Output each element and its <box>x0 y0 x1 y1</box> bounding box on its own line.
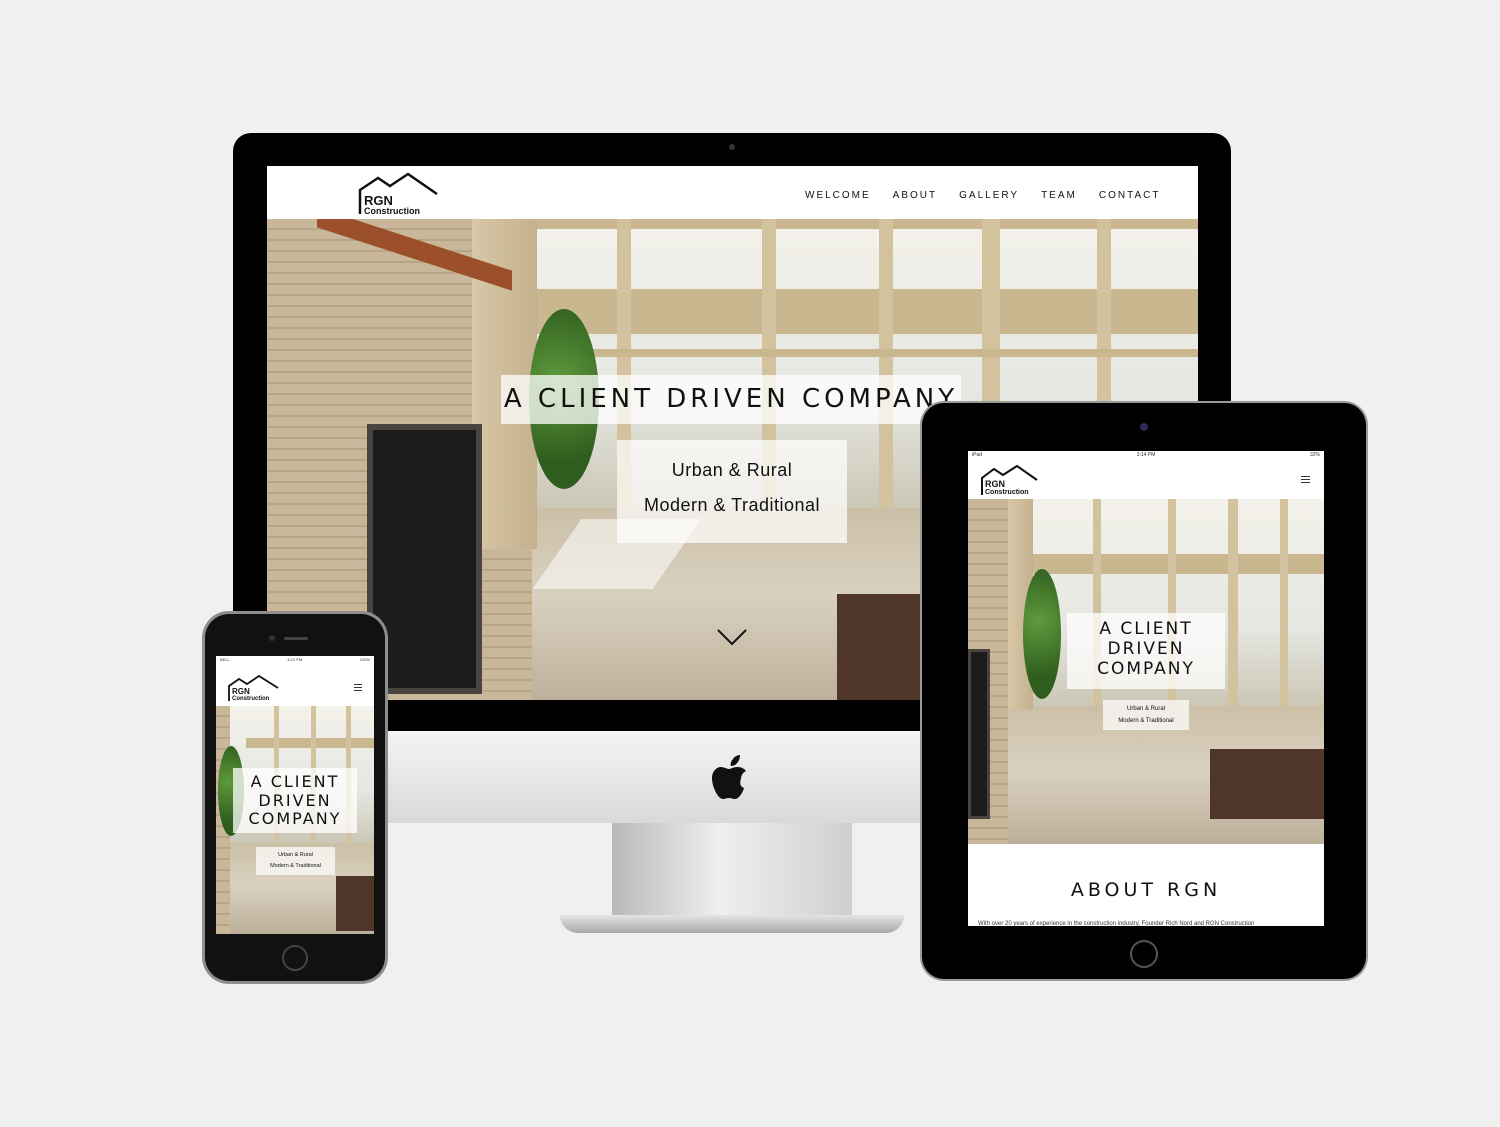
ipad-site-header: RGN Construction <box>968 460 1324 499</box>
iphone-speaker <box>284 637 308 640</box>
imac-camera <box>729 144 735 150</box>
hamburger-menu-icon[interactable] <box>1301 476 1310 485</box>
iphone-time: 4:21 PM <box>287 657 303 662</box>
iphone-camera <box>269 635 275 641</box>
nav-gallery[interactable]: GALLERY <box>959 190 1019 201</box>
iphone-hero-title-line-3: COMPANY <box>248 809 342 828</box>
ipad-hero-subtitle-box: Urban & Rural Modern & Traditional <box>1103 700 1189 730</box>
ipad-hero-title-line-2: DRIVEN <box>1107 639 1185 659</box>
hero-subtitle-1: Urban & Rural <box>671 460 793 480</box>
iphone-site-logo[interactable]: RGN Construction <box>227 674 279 702</box>
iphone-battery: 100% <box>359 657 370 662</box>
chevron-down-icon[interactable] <box>716 628 748 646</box>
about-text: With over 20 years of experience in the … <box>978 921 1255 926</box>
nav-about[interactable]: ABOUT <box>893 190 937 201</box>
ipad-carrier: iPad <box>972 452 983 458</box>
nav-team[interactable]: TEAM <box>1041 190 1077 201</box>
iphone-hero-title-line-2: DRIVEN <box>258 790 332 810</box>
ipad-logo-rgn: RGN <box>985 479 1005 489</box>
ipad-time: 3:14 PM <box>1136 452 1156 458</box>
iphone-hero-subtitle-1: Urban & Rural <box>278 852 313 858</box>
iphone-hero-title: A CLIENT DRIVEN COMPANY <box>233 768 357 833</box>
iphone-hero-subtitle-box: Urban & Rural Modern & Traditional <box>256 847 335 875</box>
ipad-status-bar: iPad 3:14 PM 32% <box>968 451 1324 460</box>
iphone-home-button[interactable] <box>282 945 308 971</box>
iphone-site-header: RGN Construction <box>216 664 374 706</box>
ipad-hero-subtitle-1: Urban & Rural <box>1126 706 1165 712</box>
iphone-status-bar: BELL 4:21 PM 100% <box>216 656 374 664</box>
nav-welcome[interactable]: WELCOME <box>805 190 871 201</box>
imac-base <box>560 915 904 933</box>
ipad-battery: 32% <box>1309 452 1320 458</box>
apple-logo-icon <box>712 755 746 799</box>
site-logo[interactable]: RGN Construction <box>358 172 438 216</box>
iphone-carrier: BELL <box>220 657 230 662</box>
logo-text-construction: Construction <box>364 206 420 216</box>
ipad-hero-subtitle-2: Modern & Traditional <box>1118 718 1174 724</box>
about-heading: ABOUT RGN <box>1070 879 1222 901</box>
ipad-hero-title-line-1: A CLIENT <box>1099 619 1193 639</box>
hero-title: A CLIENT DRIVEN COMPANY <box>501 375 961 424</box>
iphone-logo-construction: Construction <box>232 696 270 702</box>
ipad-logo-construction: Construction <box>985 489 1029 496</box>
nav-contact[interactable]: CONTACT <box>1099 190 1161 201</box>
iphone-hero-subtitle-2: Modern & Traditional <box>270 863 321 869</box>
iphone-logo-rgn: RGN <box>232 687 250 696</box>
ipad-hero-title: A CLIENT DRIVEN COMPANY <box>1067 613 1225 689</box>
ipad-home-button[interactable] <box>1130 940 1158 968</box>
ipad-site-logo[interactable]: RGN Construction <box>980 464 1038 496</box>
main-nav: WELCOME ABOUT GALLERY TEAM CONTACT <box>783 190 1160 201</box>
ipad-hero-title-line-3: COMPANY <box>1097 659 1195 679</box>
ipad-camera <box>1140 423 1148 431</box>
iphone-hero-title-line-1: A CLIENT <box>250 772 340 791</box>
hero-subtitle-2: Modern & Traditional <box>643 495 821 515</box>
imac-stand <box>612 823 852 915</box>
hamburger-menu-icon[interactable] <box>354 684 362 693</box>
ipad-screen: iPad 3:14 PM 32% RGN Construction A CLIE… <box>968 451 1324 926</box>
site-header: RGN Construction WELCOME ABOUT GALLERY T… <box>267 166 1198 219</box>
iphone-screen: BELL 4:21 PM 100% RGN Construction A CLI… <box>216 656 374 934</box>
hero-subtitle-box: Urban & Rural Modern & Traditional <box>617 440 847 543</box>
